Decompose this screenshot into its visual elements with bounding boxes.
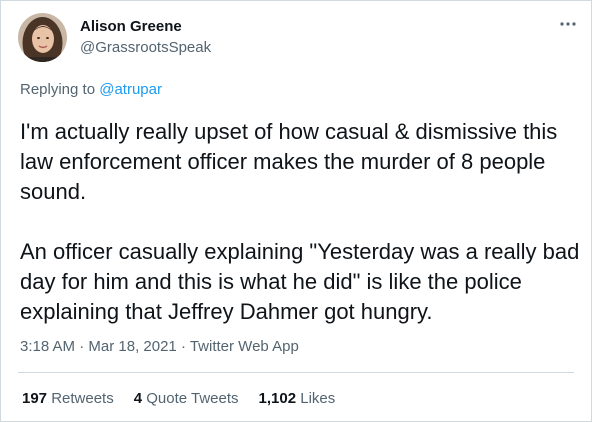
likes-count: 1,102 xyxy=(258,390,297,407)
meta-separator: · xyxy=(75,338,89,355)
quote-tweets-label: Quote Tweets xyxy=(142,390,239,407)
tweet-text: I'm actually really upset of how casual … xyxy=(20,119,580,324)
avatar-photo xyxy=(18,13,67,62)
tweet-meta: 3:18 AM · Mar 18, 2021 · Twitter Web App xyxy=(20,338,299,355)
replying-to-link[interactable]: @atrupar xyxy=(99,81,162,98)
likes-stat[interactable]: 1,102 Likes xyxy=(259,390,336,407)
more-horizontal-icon xyxy=(560,22,576,26)
retweets-stat[interactable]: 197 Retweets xyxy=(22,390,114,407)
engagement-stats: 197 Retweets 4 Quote Tweets 1,102 Likes xyxy=(22,390,335,407)
quote-tweets-stat[interactable]: 4 Quote Tweets xyxy=(134,390,239,407)
author-name[interactable]: Alison Greene xyxy=(80,18,182,35)
tweet-date[interactable]: Mar 18, 2021 xyxy=(88,338,176,355)
author-handle[interactable]: @GrassrootsSpeak xyxy=(80,39,211,56)
avatar[interactable] xyxy=(18,13,67,62)
likes-label: Likes xyxy=(296,390,336,407)
retweets-count: 197 xyxy=(22,390,48,407)
replying-to: Replying to @atrupar xyxy=(20,81,162,98)
tweet-source[interactable]: Twitter Web App xyxy=(190,338,299,355)
replying-to-label: Replying to xyxy=(20,81,100,98)
quote-tweets-count: 4 xyxy=(133,390,143,407)
meta-separator: · xyxy=(176,338,190,355)
tweet-card: Alison Greene @GrassrootsSpeak Replying … xyxy=(0,0,592,422)
retweets-label: Retweets xyxy=(47,390,114,407)
divider xyxy=(18,372,574,373)
more-options-button[interactable] xyxy=(557,13,579,35)
tweet-time[interactable]: 3:18 AM xyxy=(20,338,75,355)
